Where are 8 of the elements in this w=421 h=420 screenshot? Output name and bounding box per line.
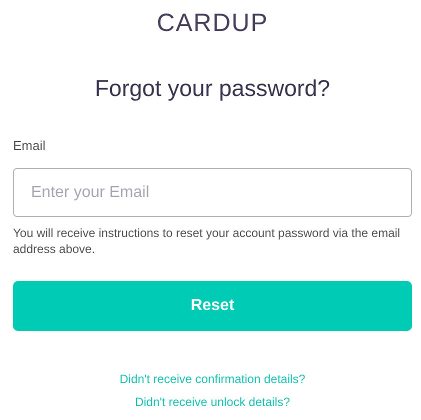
email-field[interactable]: Enter your Email [13, 168, 412, 217]
help-text: You will receive instructions to reset your account password via the email address above. [13, 225, 402, 257]
help-link[interactable]: Didn't receive unlock details? [134, 394, 290, 410]
logo: CARDUP [156, 9, 268, 37]
field-label: Email [13, 138, 47, 154]
reset-button[interactable]: Reset [13, 281, 412, 331]
help-link[interactable]: Didn't receive confirmation details? [120, 371, 306, 387]
page-title: Forgot your password? [94, 74, 332, 102]
